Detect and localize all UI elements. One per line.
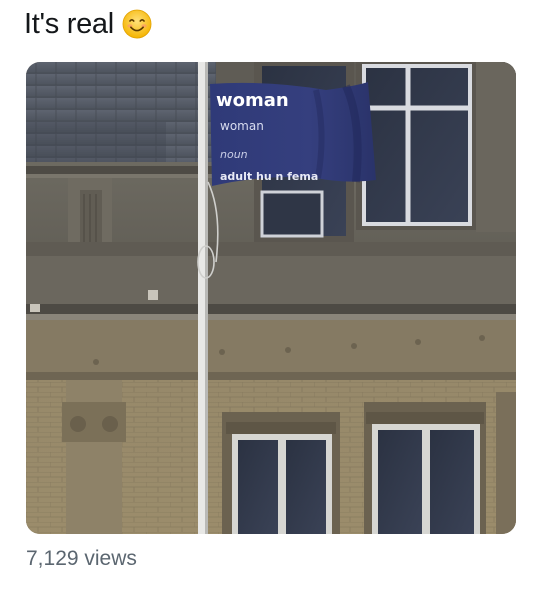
- media-photo: woman woman noun adult hu n fema: [26, 62, 516, 534]
- flag-line3-text: adult hu n fema: [220, 170, 318, 183]
- tweet-media-video[interactable]: woman woman noun adult hu n fema: [26, 62, 516, 534]
- flag-title-text: woman: [216, 90, 289, 111]
- flag-line2-text: noun: [220, 148, 248, 161]
- tweet-text-row: It's real: [24, 6, 152, 42]
- tweet-text: It's real: [24, 8, 114, 40]
- smiling-face-emoji-icon: [122, 9, 152, 39]
- flag-line1-text: woman: [220, 119, 264, 133]
- view-count: 7,129 views: [26, 547, 137, 570]
